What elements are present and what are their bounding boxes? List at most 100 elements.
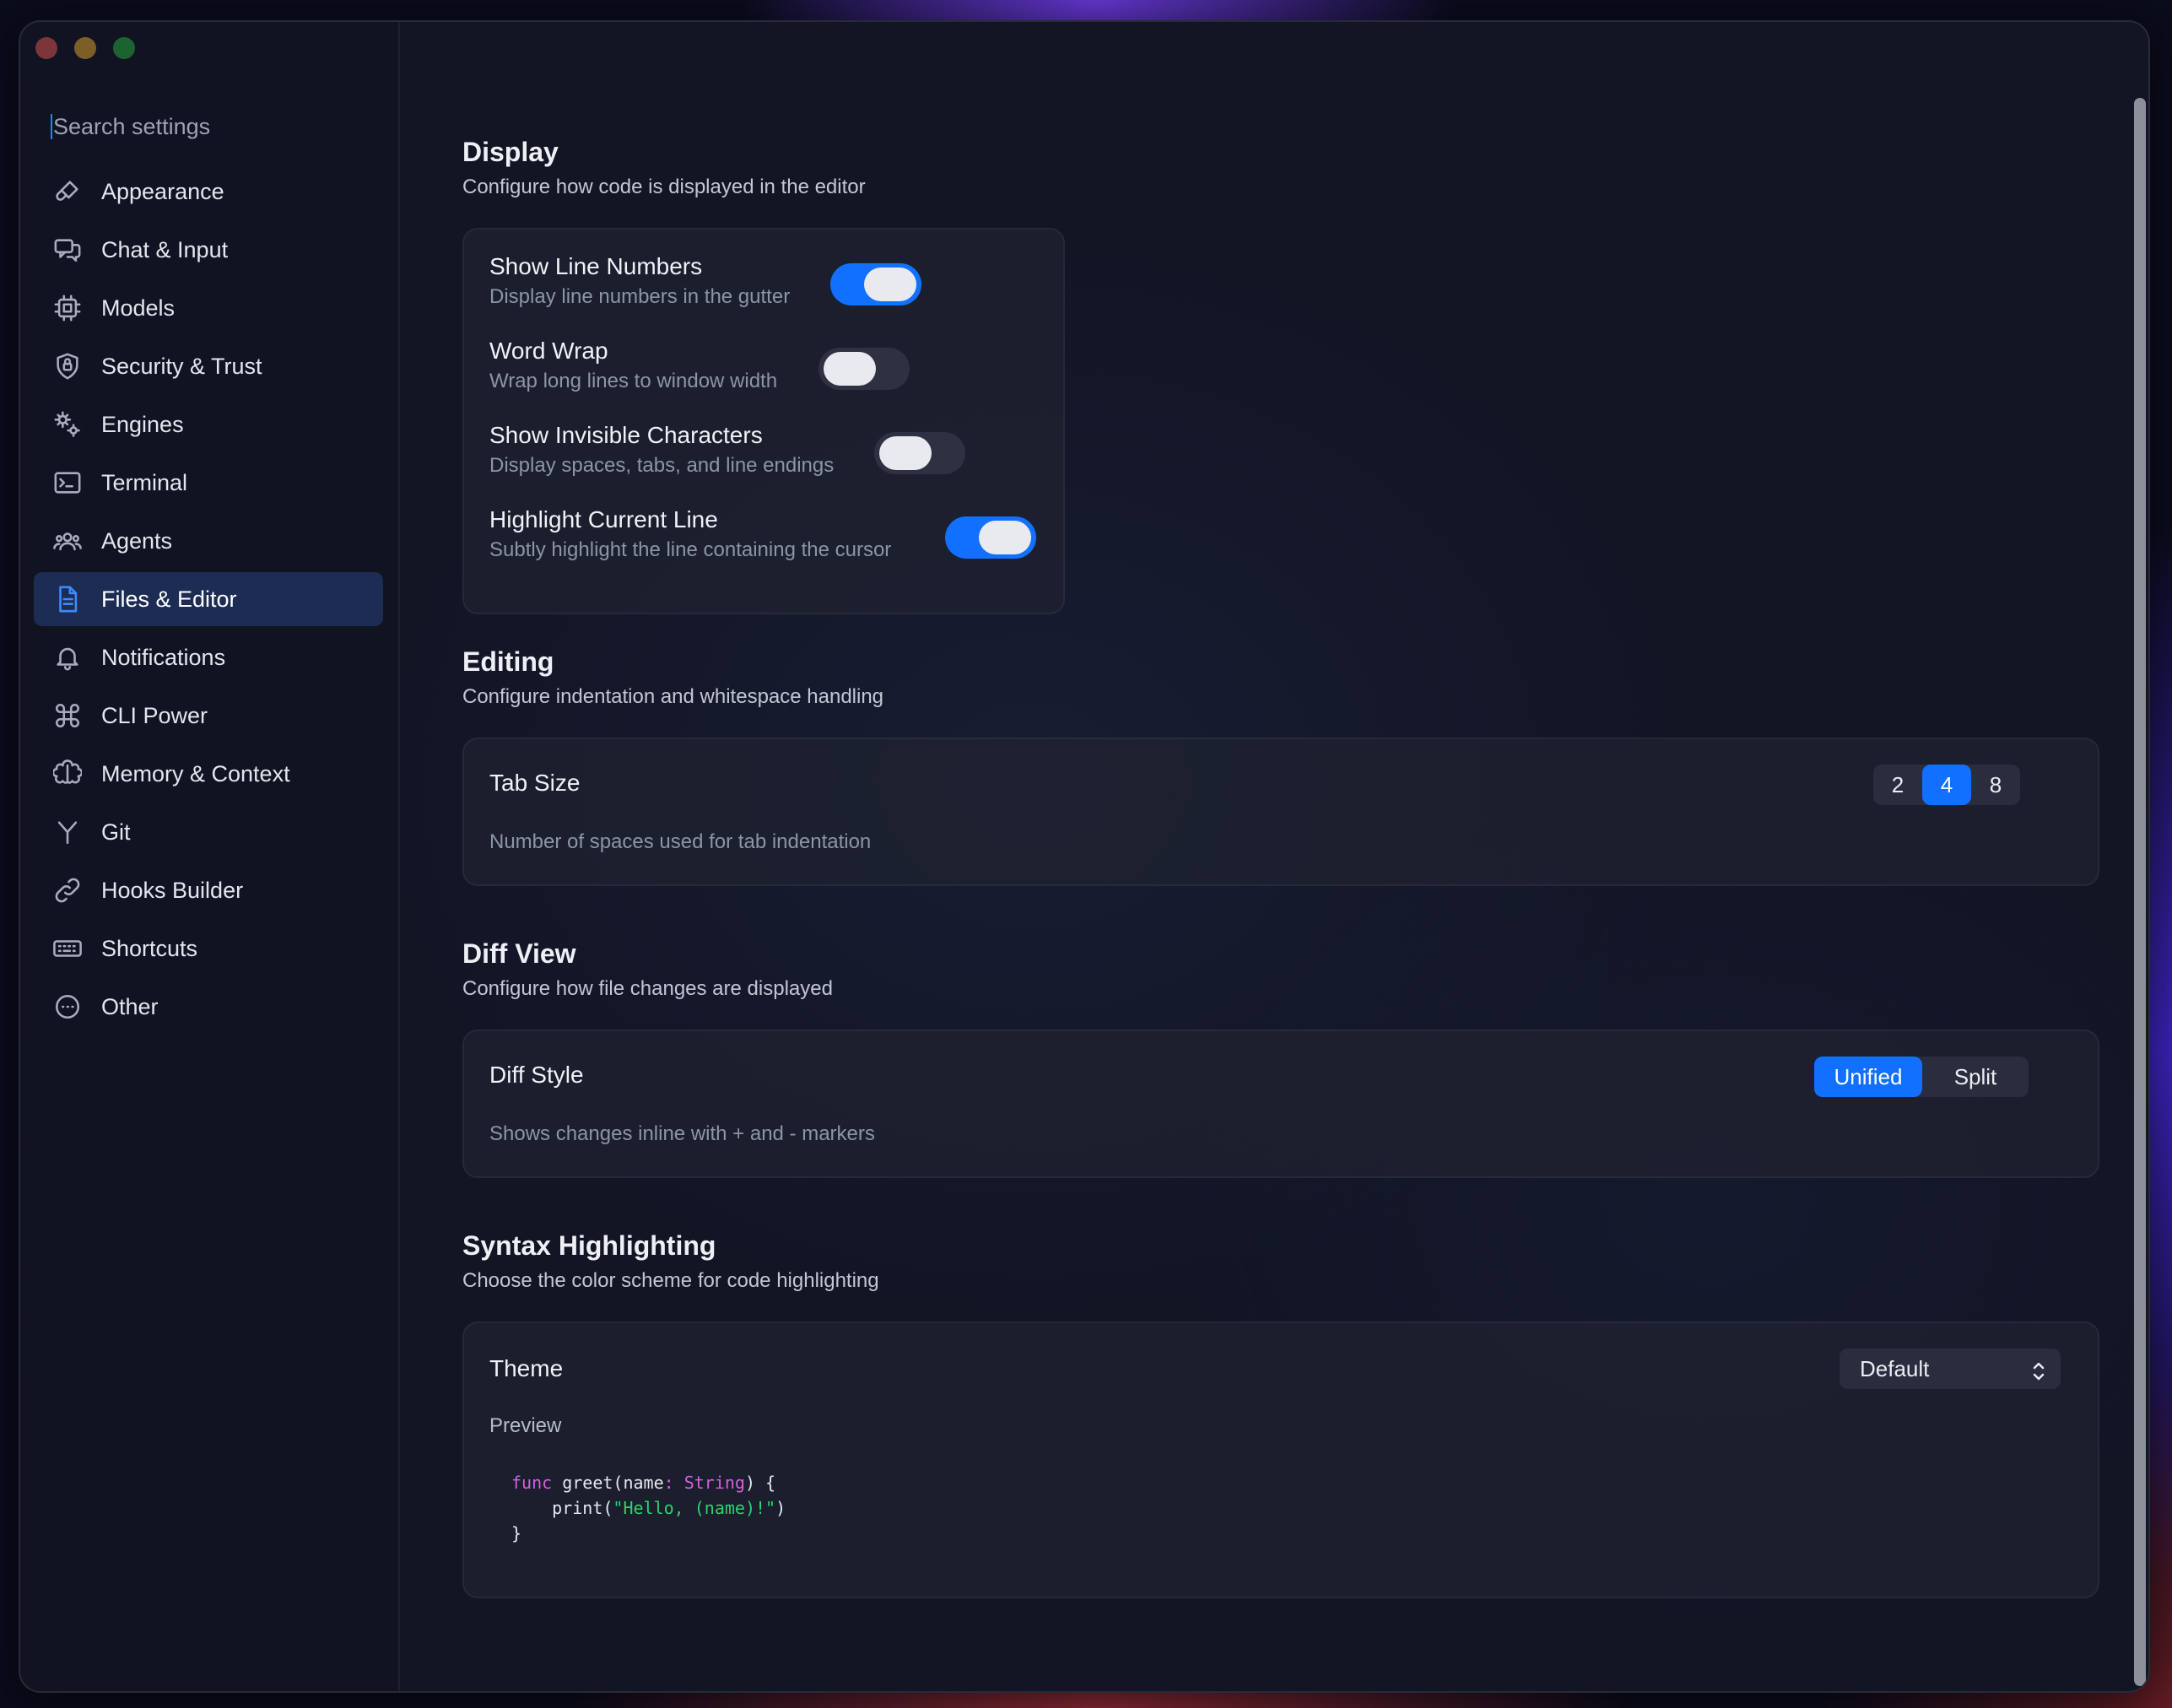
brain-icon	[51, 757, 84, 791]
vertical-scrollbar[interactable]	[2131, 98, 2148, 1686]
theme-select[interactable]: Default	[1840, 1349, 2061, 1389]
tab-size-option-4[interactable]: 4	[1922, 765, 1971, 805]
tab-size-segmented-control: 2 4 8	[1873, 765, 2020, 805]
show-line-numbers-title: Show Line Numbers	[489, 253, 703, 279]
diff-style-segmented-control: Unified Split	[1814, 1057, 2029, 1097]
sidebar-item-notifications[interactable]: Notifications	[34, 630, 383, 684]
search-input[interactable]	[53, 113, 357, 140]
toggle-knob	[864, 268, 916, 301]
tab-size-option-8[interactable]: 8	[1971, 765, 2020, 805]
show-invisible-characters-desc: Display spaces, tabs, and line endings	[489, 454, 835, 477]
editing-card: Tab Size Number of spaces used for tab i…	[462, 738, 2099, 886]
section-subtitle-diff-view: Configure how file changes are displayed	[462, 977, 833, 1000]
sidebar-item-label: Appearance	[101, 178, 224, 204]
tab-size-desc: Number of spaces used for tab indentatio…	[489, 830, 872, 853]
sidebar-item-models[interactable]: Models	[34, 281, 383, 335]
bell-icon	[51, 640, 84, 674]
toggle-knob	[879, 436, 932, 470]
section-subtitle-syntax-highlighting: Choose the color scheme for code highlig…	[462, 1269, 879, 1292]
highlight-current-line-title: Highlight Current Line	[489, 506, 718, 532]
code-text: )	[775, 1498, 786, 1518]
sidebar-item-shortcuts[interactable]: Shortcuts	[34, 922, 383, 976]
sidebar-item-memory-context[interactable]: Memory & Context	[34, 747, 383, 801]
command-icon	[51, 699, 84, 732]
scrollbar-thumb[interactable]	[2134, 98, 2146, 1686]
section-subtitle-editing: Configure indentation and whitespace han…	[462, 685, 884, 708]
sidebar-item-label: Git	[101, 819, 131, 845]
preview-label: Preview	[489, 1414, 562, 1437]
sidebar-item-engines[interactable]: Engines	[34, 397, 383, 451]
tab-size-option-2[interactable]: 2	[1873, 765, 1922, 805]
sidebar-item-label: Shortcuts	[101, 935, 198, 961]
sidebar-item-git[interactable]: Git	[34, 805, 383, 859]
code-text: print(	[511, 1498, 613, 1518]
show-invisible-characters-title: Show Invisible Characters	[489, 422, 763, 448]
sidebar-item-terminal[interactable]: Terminal	[34, 456, 383, 510]
sidebar-item-label: Chat & Input	[101, 236, 229, 262]
shield-icon	[51, 349, 84, 383]
highlight-current-line-toggle[interactable]	[945, 516, 1036, 559]
sidebar-item-hooks-builder[interactable]: Hooks Builder	[34, 863, 383, 917]
sidebar-item-label: Engines	[101, 411, 184, 437]
people-icon	[51, 524, 84, 558]
section-subtitle-display: Configure how code is displayed in the e…	[462, 176, 866, 198]
section-title-display: Display	[462, 137, 559, 167]
settings-window: Appearance Chat & Input Models Security …	[19, 20, 2150, 1693]
code-keyword: :	[663, 1473, 674, 1493]
keyboard-icon	[51, 932, 84, 965]
section-title-editing: Editing	[462, 646, 554, 677]
toggle-knob	[824, 352, 876, 386]
terminal-icon	[51, 466, 84, 500]
ellipsis-circle-icon	[51, 990, 84, 1024]
diff-view-card: Diff Style Shows changes inline with + a…	[462, 1030, 2099, 1178]
code-preview: func greet(name: String) { print("Hello,…	[511, 1470, 786, 1546]
code-text: greet(name	[552, 1473, 664, 1493]
diff-style-title: Diff Style	[489, 1062, 584, 1088]
sidebar-item-agents[interactable]: Agents	[34, 514, 383, 568]
syntax-highlighting-card: Theme Default Preview func greet(name: S…	[462, 1322, 2099, 1598]
code-text: ) {	[744, 1473, 776, 1493]
toggle-knob	[979, 521, 1031, 554]
settings-content: Display Configure how code is displayed …	[446, 22, 2099, 1691]
code-keyword: func	[511, 1473, 553, 1493]
word-wrap-toggle[interactable]	[819, 348, 910, 390]
gears-icon	[51, 408, 84, 441]
sidebar-item-label: Memory & Context	[101, 760, 290, 786]
sidebar-item-other[interactable]: Other	[34, 980, 383, 1034]
search-field[interactable]	[51, 106, 371, 147]
theme-select-value: Default	[1860, 1355, 1930, 1381]
word-wrap-title: Word Wrap	[489, 338, 608, 364]
code-string: "Hello, (name)!"	[613, 1498, 776, 1518]
sidebar-item-label: CLI Power	[101, 702, 208, 728]
sidebar-item-label: Agents	[101, 527, 173, 554]
highlight-current-line-desc: Subtly highlight the line containing the…	[489, 538, 892, 561]
diff-style-desc: Shows changes inline with + and - marker…	[489, 1122, 875, 1145]
sidebar-item-cli-power[interactable]: CLI Power	[34, 689, 383, 743]
branch-icon	[51, 815, 84, 849]
display-card: Show Line Numbers Display line numbers i…	[462, 228, 1065, 614]
paintbrush-icon	[51, 175, 84, 208]
sidebar-item-appearance[interactable]: Appearance	[34, 165, 383, 219]
sidebar-item-label: Notifications	[101, 644, 226, 670]
text-cursor	[51, 114, 52, 139]
sidebar-item-label: Models	[101, 295, 176, 321]
sidebar-nav: Appearance Chat & Input Models Security …	[34, 165, 383, 1038]
tab-size-title: Tab Size	[489, 770, 581, 796]
sidebar-item-files-editor[interactable]: Files & Editor	[34, 572, 383, 626]
code-type: String	[673, 1473, 745, 1493]
code-text: }	[511, 1523, 522, 1543]
sidebar-item-security-trust[interactable]: Security & Trust	[34, 339, 383, 393]
show-line-numbers-toggle[interactable]	[830, 263, 921, 305]
diff-style-option-split[interactable]: Split	[1922, 1057, 2029, 1097]
sidebar-item-label: Terminal	[101, 469, 188, 495]
chat-bubbles-icon	[51, 233, 84, 267]
sidebar-item-label: Other	[101, 993, 159, 1019]
sidebar: Appearance Chat & Input Models Security …	[20, 22, 400, 1691]
sidebar-item-chat-input[interactable]: Chat & Input	[34, 223, 383, 277]
document-icon	[51, 582, 84, 616]
show-invisible-characters-toggle[interactable]	[874, 432, 965, 474]
link-icon	[51, 873, 84, 907]
chevron-up-down-icon	[2033, 1362, 2045, 1381]
sidebar-item-label: Files & Editor	[101, 586, 237, 612]
diff-style-option-unified[interactable]: Unified	[1814, 1057, 1922, 1097]
